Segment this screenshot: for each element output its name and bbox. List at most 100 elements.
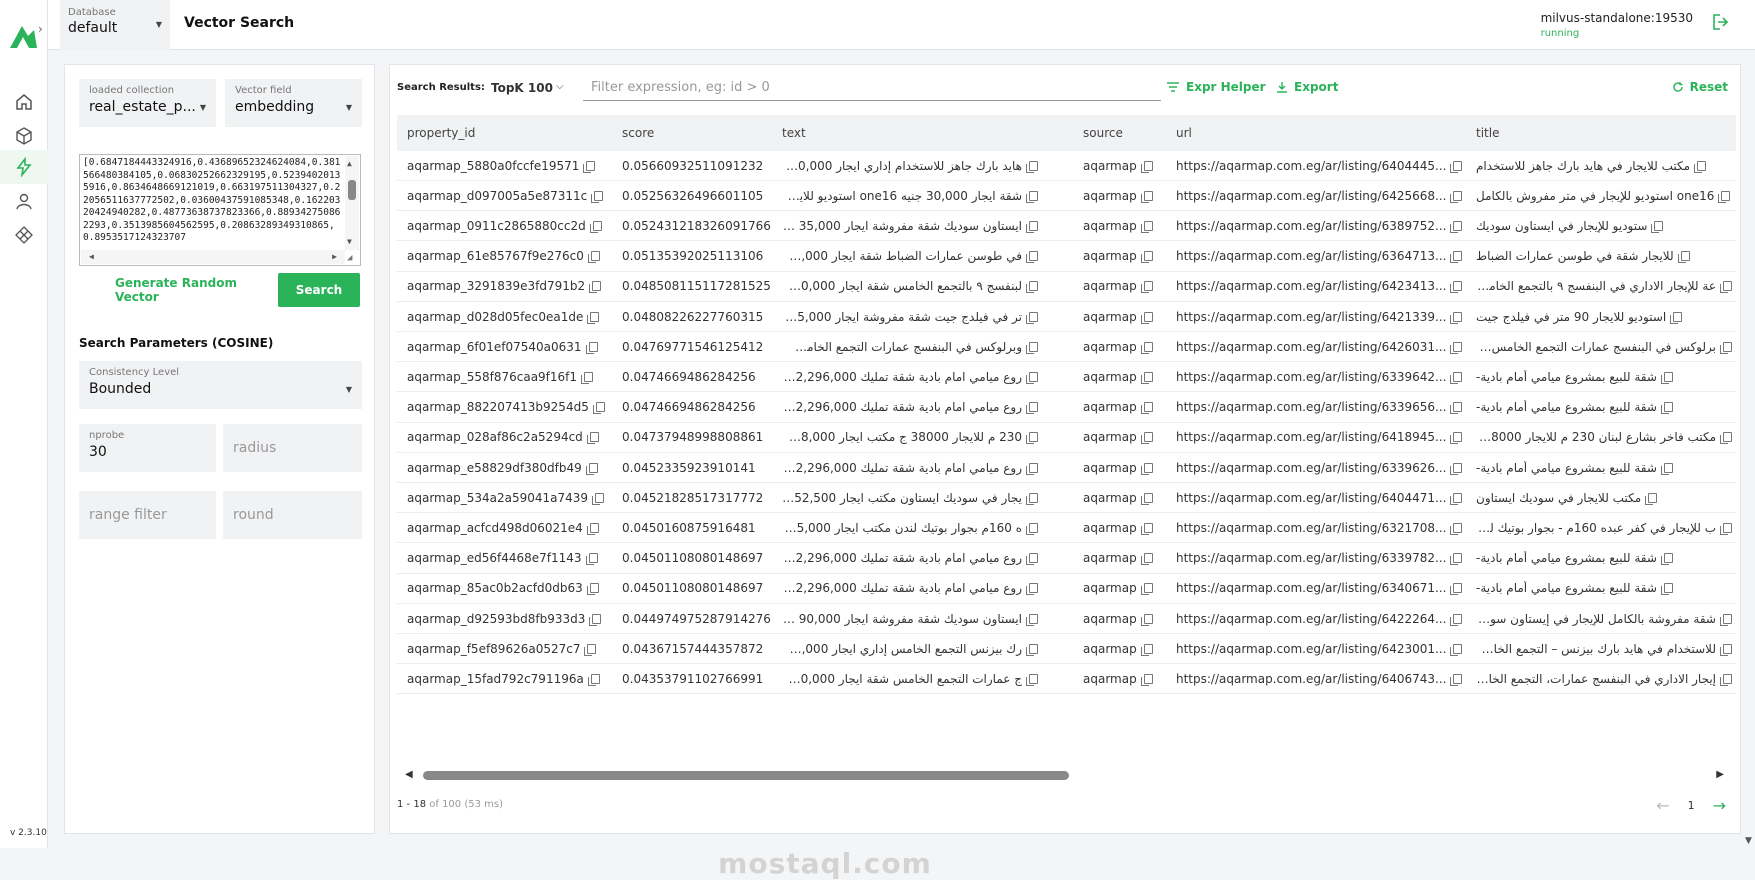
copy-icon[interactable] [1720,341,1732,354]
copy-icon[interactable] [592,402,605,415]
copy-icon[interactable] [1026,492,1038,505]
copy-icon[interactable] [1140,190,1153,203]
scroll-thumb[interactable] [348,180,356,200]
copy-icon[interactable] [1140,341,1153,354]
copy-icon[interactable] [1450,371,1463,384]
copy-icon[interactable] [1450,190,1463,203]
copy-icon[interactable] [1140,251,1153,264]
copy-icon[interactable] [1645,492,1658,505]
copy-icon[interactable] [1140,220,1153,233]
copy-icon[interactable] [589,281,602,294]
copy-icon[interactable] [1140,673,1153,686]
table-row[interactable]: aqarmap_028af86c2a5294cd 0.04737948998808… [397,423,1736,453]
copy-icon[interactable] [1720,673,1732,686]
copy-icon[interactable] [1140,643,1153,656]
copy-icon[interactable] [1720,432,1732,445]
copy-icon[interactable] [1026,371,1038,384]
table-row[interactable]: aqarmap_534a2a59041a7439 0.04521828517317… [397,483,1736,514]
copy-icon[interactable] [1450,492,1463,505]
user-icon[interactable] [0,184,48,218]
copy-icon[interactable] [1026,643,1038,656]
copy-icon[interactable] [1140,492,1153,505]
copy-icon[interactable] [1450,643,1463,656]
reset-button[interactable]: Reset [1672,80,1728,94]
copy-icon[interactable] [1140,371,1153,384]
copy-icon[interactable] [1660,553,1673,566]
table-row[interactable]: aqarmap_ed56f4468e7f1143 0.04501108080148… [397,544,1736,574]
copy-icon[interactable] [1140,522,1153,535]
table-row[interactable]: aqarmap_acfcd498d06021e4 0.04501608759164… [397,513,1736,544]
table-row[interactable]: aqarmap_d92593bd8fb933d3 0.04497497528791… [397,604,1736,634]
copy-icon[interactable] [589,220,602,233]
table-horizontal-scrollbar[interactable]: ◀ ▶ [397,768,1736,782]
copy-icon[interactable] [1140,311,1153,324]
table-row[interactable]: aqarmap_d097005a5e87311c 0.05256326496601… [397,181,1736,212]
copy-icon[interactable] [1026,613,1038,626]
table-row[interactable]: aqarmap_6f01ef07540a0631 0.04769771546125… [397,332,1736,363]
copy-icon[interactable] [1026,281,1038,294]
vertical-scrollbar[interactable]: ▲ ▼ [345,156,359,250]
arrow-left-icon[interactable]: ← [1656,796,1669,815]
radius-field[interactable]: radius [223,424,362,472]
scroll-right-icon[interactable]: ▶ [332,251,337,264]
copy-icon[interactable] [1026,341,1038,354]
table-row[interactable]: aqarmap_882207413b9254d5 0.04746694862842… [397,393,1736,423]
table-row[interactable]: aqarmap_0911c2865880cc2d 0.05243121832609… [397,211,1736,242]
table-row[interactable]: aqarmap_d028d05fec0ea1de 0.04808226227760… [397,302,1736,332]
page-scrollbar[interactable]: ▼ [1743,0,1755,848]
copy-icon[interactable] [1450,583,1463,596]
copy-icon[interactable] [1026,190,1038,203]
copy-icon[interactable] [585,341,598,354]
copy-icon[interactable] [589,613,602,626]
copy-icon[interactable] [1026,673,1038,686]
copy-icon[interactable] [586,583,599,596]
copy-icon[interactable] [1140,462,1153,475]
copy-icon[interactable] [1026,432,1038,445]
copy-icon[interactable] [1026,220,1038,233]
search-button[interactable]: Search [278,273,360,307]
copy-icon[interactable] [1651,220,1664,233]
copy-icon[interactable] [1660,402,1673,415]
scroll-up-icon[interactable]: ▲ [347,158,352,171]
copy-icon[interactable] [1026,522,1038,535]
generate-random-vector-button[interactable]: Generate Random Vector [115,273,245,307]
copy-icon[interactable] [585,553,598,566]
copy-icon[interactable] [1720,522,1732,535]
copy-icon[interactable] [1140,281,1153,294]
consistency-select[interactable]: Consistency Level Bounded ▼ [79,361,362,409]
copy-icon[interactable] [1140,583,1153,596]
copy-icon[interactable] [1450,160,1463,173]
column-header[interactable]: score [612,115,772,151]
round-field[interactable]: round [223,491,362,539]
copy-icon[interactable] [1026,251,1038,264]
copy-icon[interactable] [1660,371,1673,384]
copy-icon[interactable] [1450,251,1463,264]
table-row[interactable]: aqarmap_3291839e3fd791b2 0.04850811511728… [397,272,1736,302]
copy-icon[interactable] [1450,341,1463,354]
copy-icon[interactable] [1677,251,1690,264]
collection-select[interactable]: loaded collection real_estate_p... ▼ [79,79,216,127]
copy-icon[interactable] [1140,160,1153,173]
table-row[interactable]: aqarmap_5880a0fccfe19571 0.05660932511091… [397,151,1736,181]
copy-icon[interactable] [1720,281,1732,294]
copy-icon[interactable] [585,462,598,475]
scroll-down-icon[interactable]: ▼ [347,236,352,249]
copy-icon[interactable] [1450,673,1463,686]
resize-handle-icon[interactable]: ◢ [347,252,359,264]
copy-icon[interactable] [1140,613,1153,626]
vector-field-select[interactable]: Vector field embedding ▼ [225,79,362,127]
table-row[interactable]: aqarmap_15fad792c791196a 0.04353791102766… [397,664,1736,695]
cube-icon[interactable] [0,119,48,153]
scroll-left-icon[interactable]: ◀ [405,769,413,780]
copy-icon[interactable] [1026,583,1038,596]
copy-icon[interactable] [1140,432,1153,445]
copy-icon[interactable] [1140,553,1153,566]
table-row[interactable]: aqarmap_e58829df380dfb49 0.04523359239101… [397,453,1736,483]
copy-icon[interactable] [1450,432,1463,445]
chevron-down-icon[interactable]: ⌵ [556,81,564,92]
copy-icon[interactable] [1670,311,1683,324]
copy-icon[interactable] [1026,402,1038,415]
vector-input[interactable]: [0.6847184443324916,0.43689652324624084,… [79,154,361,266]
scroll-left-icon[interactable]: ◀ [89,251,94,264]
copy-icon[interactable] [1450,220,1463,233]
